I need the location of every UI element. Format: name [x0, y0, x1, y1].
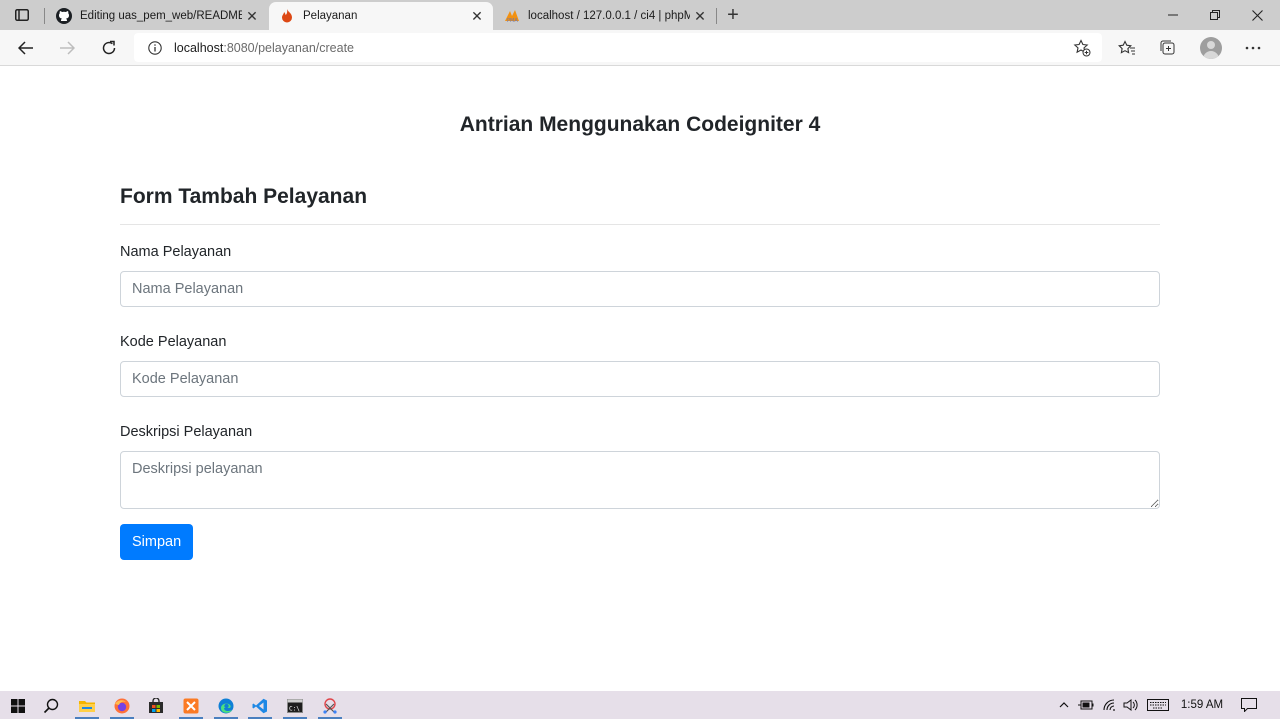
- site-info-icon[interactable]: [146, 39, 164, 57]
- app-title: Antrian Menggunakan Codeigniter 4: [459, 113, 821, 136]
- url-host: localhost: [174, 40, 224, 55]
- reload-icon[interactable]: [94, 33, 124, 63]
- kode-pelayanan-input[interactable]: [120, 361, 1160, 397]
- keyboard-icon[interactable]: [1146, 691, 1170, 719]
- clock-time[interactable]: 1:59 AM: [1176, 691, 1228, 719]
- start-icon[interactable]: [3, 693, 33, 719]
- volume-icon[interactable]: [1122, 691, 1140, 719]
- new-tab-button[interactable]: +: [722, 4, 744, 26]
- notifications-icon[interactable]: [1238, 691, 1260, 719]
- tab-title: localhost / 127.0.0.1 / ci4 | phpM: [528, 10, 690, 22]
- minimize-icon[interactable]: [1150, 0, 1196, 30]
- chevron-up-icon[interactable]: [1056, 691, 1072, 719]
- close-tab-icon[interactable]: ✕: [467, 6, 487, 26]
- windows-taskbar: C:\ 1:59 AM: [0, 691, 1280, 719]
- page-viewport: Antrian Menggunakan Codeigniter 4 Form T…: [0, 67, 1280, 691]
- search-icon[interactable]: [36, 693, 66, 719]
- edge-icon[interactable]: [211, 693, 241, 719]
- form-container: Form Tambah Pelayanan Nama Pelayanan Kod…: [120, 183, 1160, 560]
- github-icon: [56, 8, 72, 24]
- form-title: Form Tambah Pelayanan: [120, 185, 368, 208]
- avatar: [1200, 37, 1222, 59]
- tab-strip: Editing uas_pem_web/README.r ✕ Pelayanan…: [0, 0, 1280, 30]
- browser-toolbar: localhost:8080/pelayanan/create: [0, 30, 1280, 66]
- svg-text:C:\: C:\: [289, 706, 300, 713]
- kode-pelayanan-label: Kode Pelayanan: [120, 334, 227, 350]
- add-favorite-icon[interactable]: [1072, 38, 1092, 58]
- svg-text:PMA: PMA: [507, 18, 518, 23]
- tab-github[interactable]: Editing uas_pem_web/README.r ✕: [46, 2, 268, 30]
- tab-phpmyadmin[interactable]: PMA localhost / 127.0.0.1 / ci4 | phpM ✕: [494, 2, 716, 30]
- nama-pelayanan-label: Nama Pelayanan: [120, 244, 232, 260]
- favorites-icon[interactable]: [1113, 34, 1141, 62]
- xampp-icon[interactable]: [176, 693, 206, 719]
- snipping-tool-icon[interactable]: [315, 693, 345, 719]
- tab-pelayanan[interactable]: Pelayanan ✕: [269, 2, 493, 30]
- battery-icon[interactable]: [1076, 691, 1096, 719]
- url-path: :8080/pelayanan/create: [223, 40, 355, 55]
- tab-separator: [44, 8, 45, 24]
- vscode-icon[interactable]: [245, 693, 275, 719]
- store-icon[interactable]: [141, 693, 171, 719]
- tab-separator: [716, 8, 717, 24]
- simpan-button[interactable]: Simpan: [120, 524, 194, 560]
- tab-title: Editing uas_pem_web/README.r: [80, 10, 242, 22]
- nama-pelayanan-input[interactable]: [120, 271, 1160, 307]
- deskripsi-pelayanan-label: Deskripsi Pelayanan: [120, 424, 253, 440]
- terminal-icon[interactable]: C:\: [280, 693, 310, 719]
- file-explorer-icon[interactable]: [72, 693, 102, 719]
- close-tab-icon[interactable]: ✕: [690, 6, 710, 26]
- url-text: localhost:8080/pelayanan/create: [174, 41, 354, 55]
- codeigniter-flame-icon: [279, 8, 295, 24]
- back-icon[interactable]: [11, 33, 41, 63]
- wifi-icon[interactable]: [1101, 691, 1119, 719]
- divider: [120, 224, 1160, 225]
- address-bar[interactable]: localhost:8080/pelayanan/create: [134, 33, 1102, 62]
- profile-avatar[interactable]: [1197, 34, 1225, 62]
- restore-icon[interactable]: [1192, 0, 1238, 30]
- close-tab-icon[interactable]: ✕: [242, 6, 262, 26]
- firefox-icon[interactable]: [107, 693, 137, 719]
- tab-title: Pelayanan: [303, 10, 358, 22]
- collections-icon[interactable]: [1154, 34, 1182, 62]
- settings-more-icon[interactable]: [1239, 34, 1267, 62]
- deskripsi-pelayanan-textarea[interactable]: [120, 451, 1160, 509]
- forward-icon[interactable]: [52, 33, 82, 63]
- close-window-icon[interactable]: [1234, 0, 1280, 30]
- tab-actions-icon[interactable]: [8, 5, 36, 25]
- phpmyadmin-icon: PMA: [504, 8, 520, 24]
